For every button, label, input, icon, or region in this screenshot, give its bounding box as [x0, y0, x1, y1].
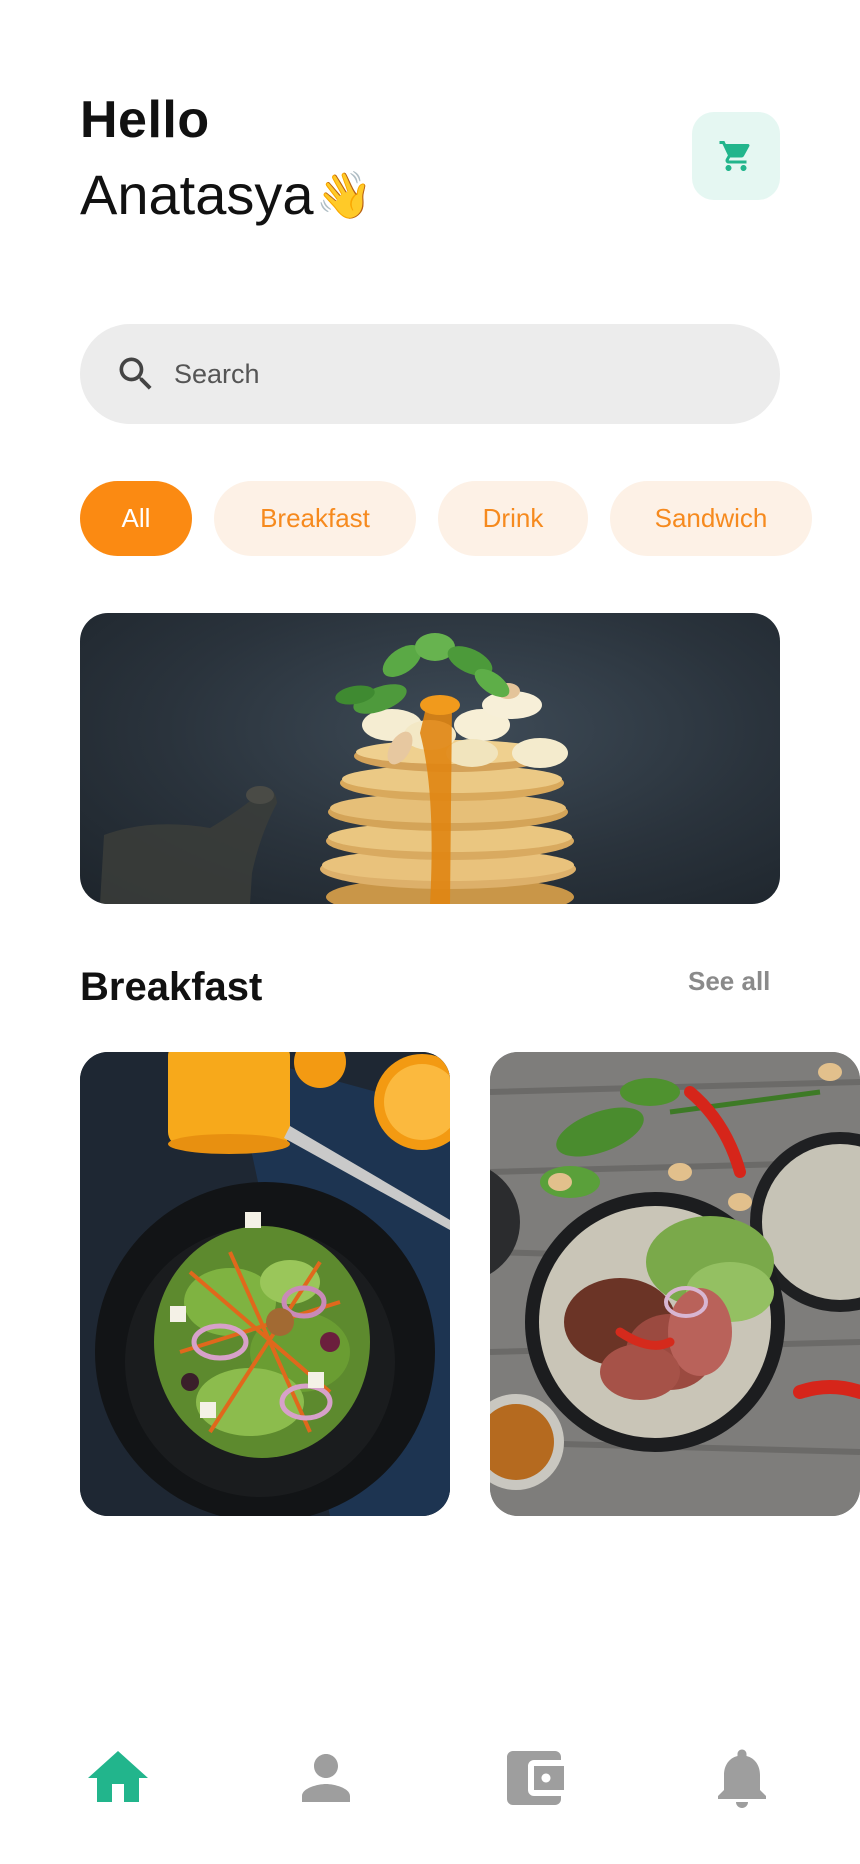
nav-wallet[interactable] [494, 1738, 574, 1818]
home-icon [88, 1751, 148, 1802]
cart-icon [719, 141, 750, 171]
profile-icon [302, 1754, 350, 1802]
greeting-title: Hello [80, 91, 210, 149]
bottom-nav [0, 1720, 860, 1840]
food-card[interactable] [490, 1052, 860, 1516]
chip-all[interactable]: All [80, 481, 192, 556]
see-all-link[interactable]: See all [688, 964, 770, 998]
section-title: Breakfast [80, 965, 263, 1009]
nav-profile[interactable] [286, 1738, 366, 1818]
wave-emoji: 👋 [315, 169, 373, 221]
hero-banner[interactable] [80, 613, 780, 904]
wallet-icon [507, 1751, 564, 1805]
category-chips: All Breakfast Drink Sandwich [80, 481, 812, 556]
nav-notifications[interactable] [702, 1738, 782, 1818]
search-bar[interactable] [80, 324, 780, 424]
bell-icon [718, 1749, 766, 1808]
food-card[interactable] [80, 1052, 450, 1516]
pancake-stack-image [100, 633, 576, 904]
user-name: Anatasya [80, 163, 314, 226]
greeting-name-row: Anatasya 👋 [80, 162, 373, 228]
search-input[interactable] [172, 357, 736, 391]
nav-home[interactable] [78, 1738, 158, 1818]
cart-button[interactable] [692, 112, 780, 200]
chip-drink[interactable]: Drink [438, 481, 588, 556]
search-icon [119, 357, 152, 390]
chip-sandwich[interactable]: Sandwich [610, 481, 812, 556]
home-screen: Hello Anatasya👋 All Breakfast Drink Sand… [0, 0, 860, 1864]
steak-plate-image [490, 1052, 860, 1516]
chip-breakfast[interactable]: Breakfast [214, 481, 416, 556]
salad-bowl-image [80, 1052, 450, 1516]
